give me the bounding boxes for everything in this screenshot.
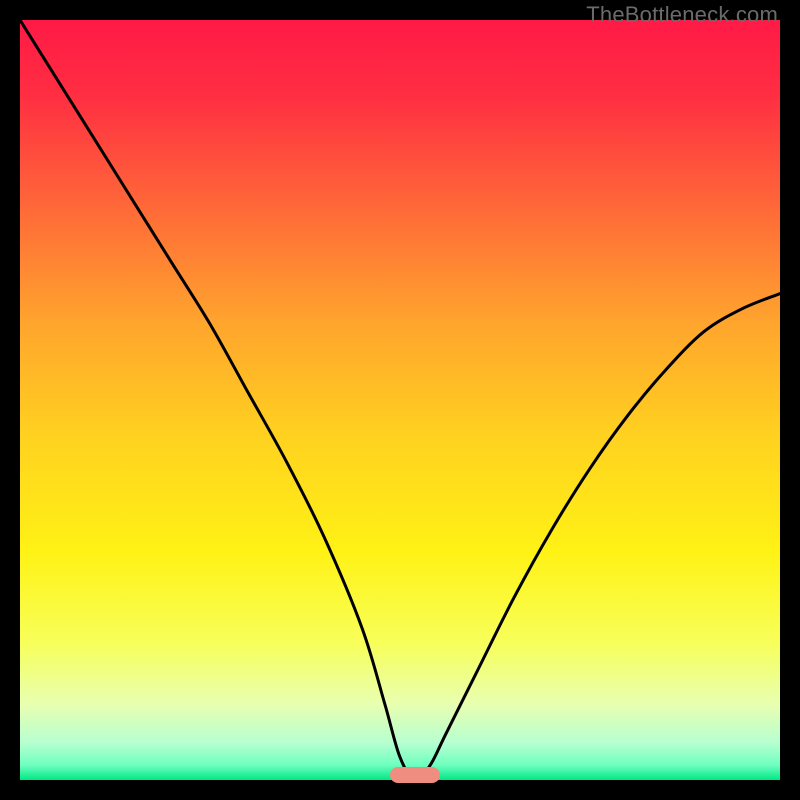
bottleneck-curve [20, 20, 780, 780]
outer-frame: TheBottleneck.com [0, 0, 800, 800]
optimum-marker [390, 767, 440, 783]
plot-area [20, 20, 780, 780]
curve-layer [20, 20, 780, 780]
watermark-text: TheBottleneck.com [586, 2, 778, 28]
